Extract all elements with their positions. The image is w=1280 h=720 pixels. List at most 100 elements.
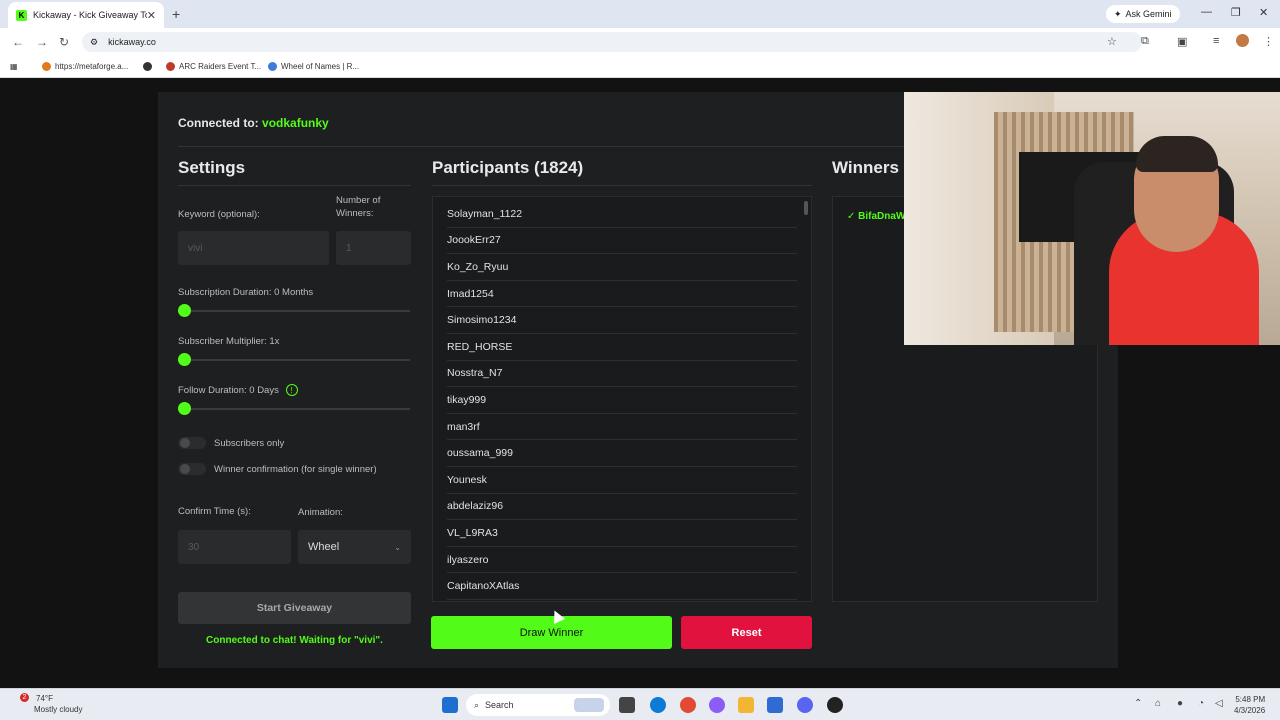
winner-entry: ✓ BifaDnaW	[847, 211, 906, 222]
bookmark-unnamed[interactable]	[143, 62, 152, 71]
draw-winner-button[interactable]: Draw Winner	[431, 616, 672, 649]
connection-status: Connected to: vodkafunky	[178, 116, 329, 130]
slider-handle[interactable]	[178, 304, 191, 317]
participant-row: Solayman_1122	[447, 201, 797, 228]
extensions-icon[interactable]: ⧉	[1141, 35, 1149, 48]
wheel-of-names-favicon-icon	[268, 62, 277, 71]
gemini-sparkle-icon: ✦	[1114, 8, 1122, 19]
slider-handle[interactable]	[178, 402, 191, 415]
apps-grid-icon[interactable]: ▦	[10, 62, 18, 71]
connected-user: vodkafunky	[262, 116, 329, 130]
weather-widget[interactable]: 2 74°F Mostly cloudy	[20, 693, 82, 715]
settings-title: Settings	[178, 158, 246, 177]
site-info-icon[interactable]: ⚙	[90, 37, 98, 48]
tray-network-icon[interactable]: ⌂	[1155, 698, 1161, 709]
subscribers-only-toggle[interactable]	[178, 437, 206, 449]
winner-confirmation-toggle[interactable]	[178, 463, 206, 475]
sub-multiplier-slider[interactable]	[178, 353, 410, 366]
notification-badge: 2	[20, 693, 29, 702]
forward-icon[interactable]: →	[36, 35, 48, 49]
obs-icon[interactable]	[827, 697, 843, 713]
bookmarks-bar: ▦ https://metaforge.a... ARC Raiders Eve…	[0, 56, 1280, 78]
winners-title: Winners	[832, 158, 899, 177]
subscribers-only-label: Subscribers only	[214, 437, 285, 449]
bookmark-wheel-of-names[interactable]: Wheel of Names | R...	[268, 62, 359, 71]
subscribers-only-row: Subscribers only	[178, 437, 284, 449]
participant-row: Imad1254	[447, 281, 797, 308]
tray-volume-icon[interactable]: ◁	[1215, 698, 1223, 709]
follow-duration-slider[interactable]	[178, 402, 410, 415]
file-explorer-icon[interactable]	[738, 697, 754, 713]
participants-list[interactable]: Solayman_1122 JoookErr27 Ko_Zo_Ryuu Imad125…	[432, 196, 812, 602]
webcam-overlay	[904, 92, 1280, 345]
clock-time: 5:48 PM	[1235, 695, 1266, 704]
copilot-icon[interactable]	[709, 697, 725, 713]
url-bar[interactable]: ⚙ kickaway.co	[82, 32, 1142, 52]
bookmark-metaforge[interactable]: https://metaforge.a...	[42, 62, 128, 71]
edge-icon[interactable]	[650, 697, 666, 713]
task-view-icon[interactable]	[619, 697, 635, 713]
confirm-time-input[interactable]: 30	[178, 530, 291, 564]
keyword-input[interactable]: vivi	[178, 231, 329, 265]
winners-count-label: Number of Winners:	[336, 195, 381, 219]
media-icon[interactable]: ≡	[1213, 35, 1219, 47]
participants-divider	[432, 185, 812, 186]
start-menu-icon[interactable]	[442, 697, 458, 713]
taskbar-search[interactable]: ⌕ Search	[466, 694, 610, 716]
close-tab-icon[interactable]: ✕	[147, 9, 156, 22]
participant-row: JoookErr27	[447, 228, 797, 255]
slider-handle[interactable]	[178, 353, 191, 366]
new-tab-icon[interactable]: +	[172, 6, 180, 22]
back-icon[interactable]: ←	[12, 35, 24, 49]
participant-row: Simosimo1234	[447, 307, 797, 334]
menu-icon[interactable]: ⋮	[1263, 35, 1274, 48]
chat-status-text: Connected to chat! Waiting for "vivi".	[206, 635, 383, 646]
participants-scrollbar[interactable]	[804, 201, 808, 215]
sub-multiplier-label: Subscriber Multiplier: 1x	[178, 336, 280, 347]
chrome-icon[interactable]	[680, 697, 696, 713]
follow-duration-label: Follow Duration: 0 Days	[178, 385, 279, 396]
participant-row: ilyaszero	[447, 547, 797, 574]
tray-mic-icon[interactable]: ●	[1177, 698, 1183, 709]
participants-title: Participants (1824)	[432, 158, 584, 177]
keyword-label: Keyword (optional):	[178, 209, 260, 220]
store-icon[interactable]	[767, 697, 783, 713]
bookmark-label: https://metaforge.a...	[55, 62, 129, 71]
webcam-streamer-hair	[1136, 136, 1218, 172]
browser-tab-strip: K Kickaway - Kick Giveaway Tool ✕ + ✦ As…	[0, 0, 1280, 28]
participant-row: CapitanoXAtlas	[447, 573, 797, 600]
taskbar-clock[interactable]: 5:48 PM 4/3/2026	[1234, 694, 1265, 716]
start-giveaway-button[interactable]: Start Giveaway	[178, 592, 411, 624]
confirm-time-label: Confirm Time (s):	[178, 506, 251, 517]
reload-icon[interactable]: ↻	[59, 35, 69, 49]
browser-tab-kickaway[interactable]: K Kickaway - Kick Giveaway Tool ✕	[8, 2, 164, 28]
weather-temp: 74°F	[36, 694, 53, 703]
close-window-icon[interactable]: ✕	[1259, 6, 1268, 19]
reset-button[interactable]: Reset	[681, 616, 812, 649]
tray-wifi-icon[interactable]: ◔	[1198, 698, 1204, 709]
animation-select[interactable]: Wheel ⌄	[298, 530, 411, 564]
search-placeholder: Search	[485, 700, 514, 710]
url-text: kickaway.co	[108, 37, 156, 47]
participant-row: abdelaziz96	[447, 494, 797, 521]
winners-count-input[interactable]: 1	[336, 231, 411, 265]
tray-chevron-icon[interactable]: ⌃	[1134, 698, 1142, 709]
minimize-icon[interactable]: —	[1201, 6, 1212, 18]
participant-row: Younesk	[447, 467, 797, 494]
sidepanel-icon[interactable]: ▣	[1177, 35, 1187, 48]
ask-gemini-button[interactable]: ✦ Ask Gemini	[1106, 5, 1180, 23]
sub-duration-label: Subscription Duration: 0 Months	[178, 287, 314, 298]
toggle-knob	[180, 464, 190, 474]
info-icon[interactable]: !	[285, 384, 298, 397]
bookmark-arc-raiders[interactable]: ARC Raiders Event T...	[166, 62, 261, 71]
sub-duration-slider[interactable]	[178, 304, 410, 317]
discord-icon[interactable]	[797, 697, 813, 713]
bookmark-star-icon[interactable]: ☆	[1107, 35, 1117, 48]
participant-row: man3rf	[447, 414, 797, 441]
clock-date: 4/3/2026	[1234, 706, 1266, 715]
participant-row: Nosstra_N7	[447, 361, 797, 388]
profile-avatar[interactable]	[1236, 34, 1249, 47]
restore-icon[interactable]: ❐	[1231, 6, 1241, 19]
tab-title: Kickaway - Kick Giveaway Tool	[33, 10, 147, 20]
animation-selected: Wheel	[308, 541, 340, 553]
